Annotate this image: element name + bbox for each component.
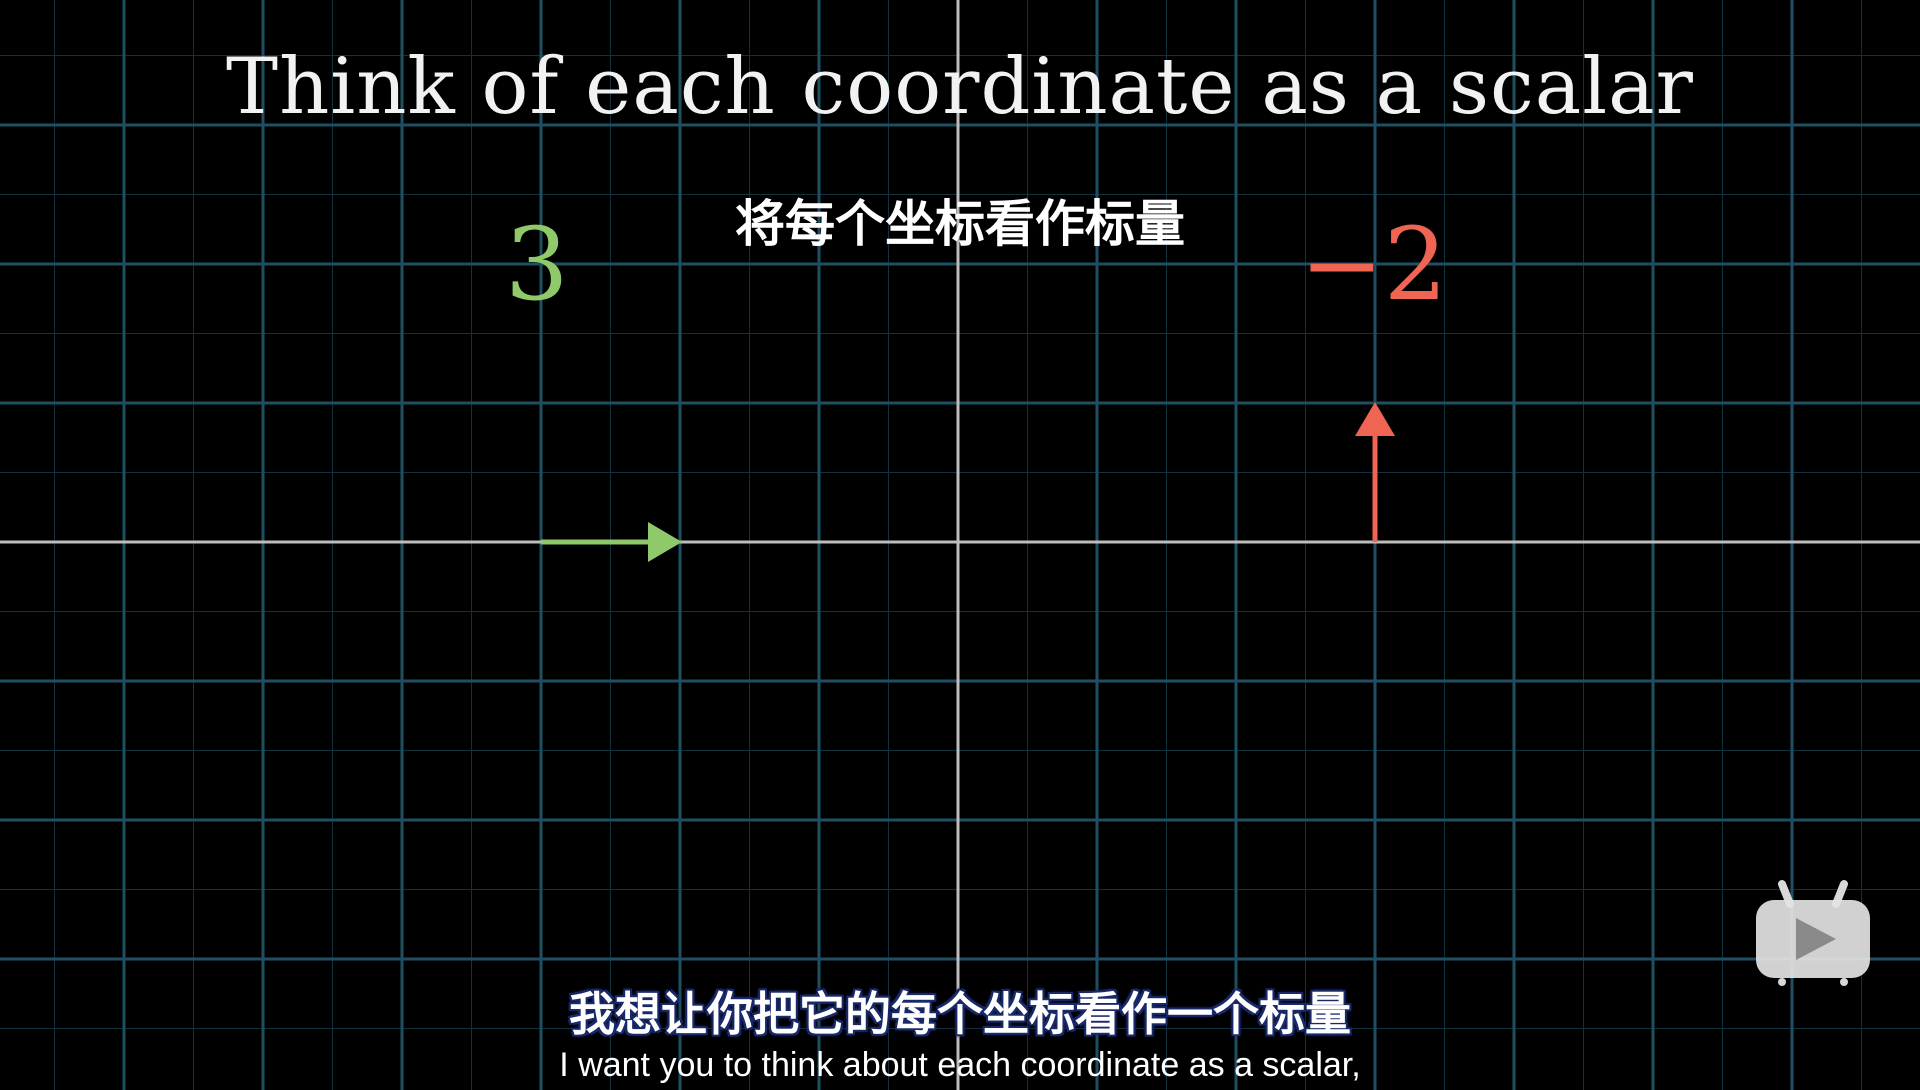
x-scalar-label: 3 [505, 206, 569, 323]
video-title: Think of each coordinate as a scalar [226, 42, 1694, 132]
subtitle-chinese: 我想让你把它的每个坐标看作一个标量 [569, 987, 1351, 1041]
play-tv-icon[interactable] [1752, 878, 1874, 988]
x-component-arrow [541, 522, 682, 562]
y-scalar-label: −2 [1300, 206, 1448, 323]
cn-title-overlay: 将每个坐标看作标量 [735, 195, 1185, 253]
subtitle-english: I want you to think about each coordinat… [559, 1046, 1361, 1084]
video-frame: Think of each coordinate as a scalar 将每个… [0, 0, 1920, 1090]
coordinate-grid [0, 0, 1920, 1090]
